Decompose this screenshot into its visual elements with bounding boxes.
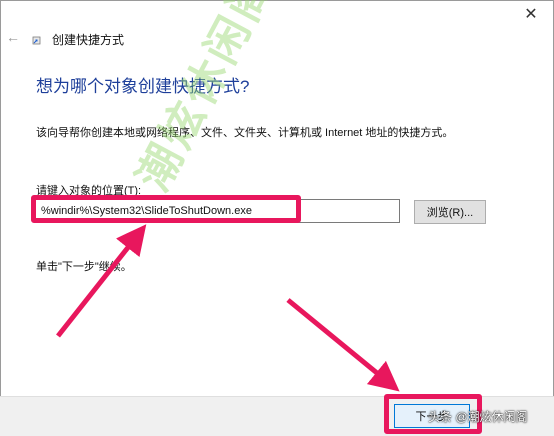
credit-text: 头条 @潮炫休闲阁 <box>428 410 528 424</box>
arrow-to-location <box>56 224 147 338</box>
annotation-arrows <box>56 224 400 392</box>
arrow-to-next <box>286 298 400 392</box>
